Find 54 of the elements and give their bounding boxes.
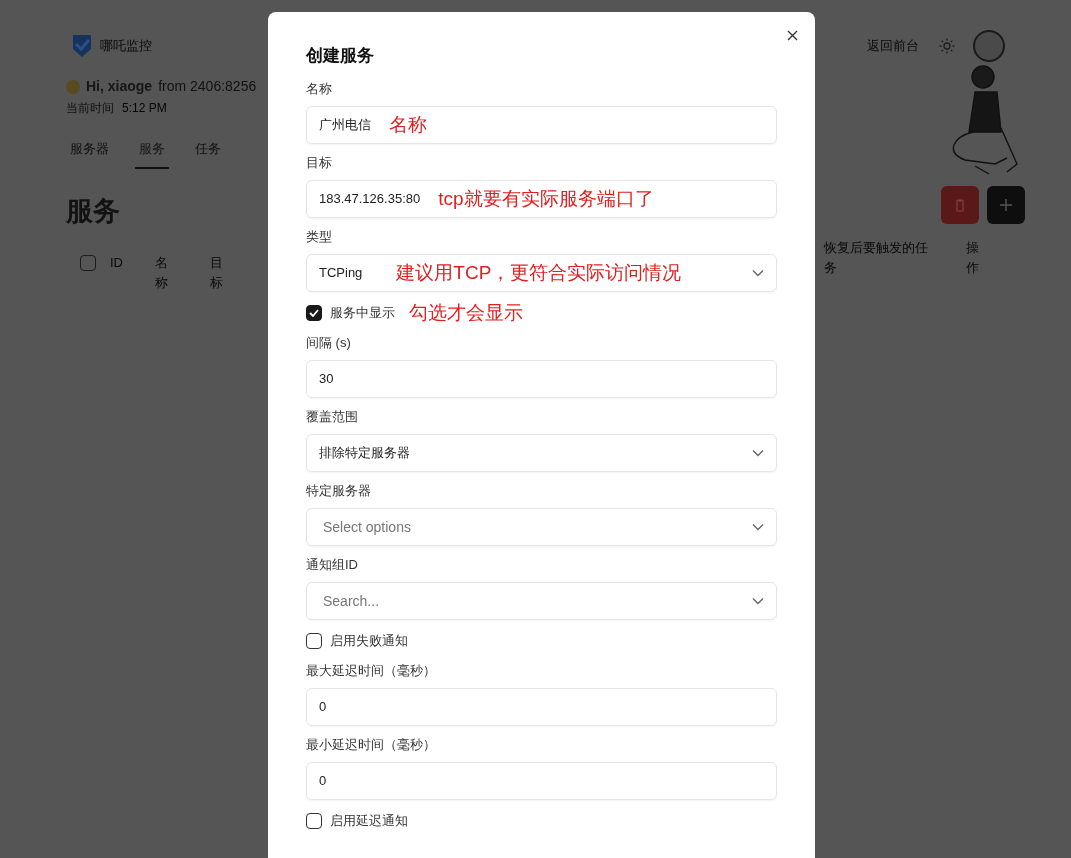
- column-header: 名称: [155, 254, 168, 292]
- delete-button[interactable]: [941, 186, 979, 224]
- checkbox[interactable]: [306, 633, 322, 649]
- ip-address-text: from 2406:8256: [158, 77, 257, 96]
- chevron-down-icon: [752, 449, 764, 457]
- trash-icon: [955, 198, 965, 212]
- close-button[interactable]: [785, 28, 799, 42]
- time-label: 当前时间: [66, 100, 114, 117]
- shield-logo-icon: [72, 34, 92, 58]
- time-text: 5:12 PM: [122, 100, 167, 117]
- input-field[interactable]: 广州电信 名称: [306, 106, 777, 144]
- select-field[interactable]: Search...: [306, 582, 777, 620]
- checkbox[interactable]: [80, 255, 96, 271]
- checkmark-icon: [309, 309, 319, 317]
- column-header: 恢复后要触发的任务: [824, 239, 929, 277]
- input-field[interactable]: 183.47.126.35:80 tcp就要有实际服务端口了: [306, 180, 777, 218]
- column-header: 目标: [210, 254, 223, 292]
- sun-icon[interactable]: [939, 38, 955, 54]
- checkbox-label: 启用延迟通知: [330, 812, 408, 831]
- column-header: ID: [110, 254, 123, 272]
- checkbox-label: 启用失败通知: [330, 632, 408, 651]
- annotation-text: 勾选才会显示: [409, 300, 523, 325]
- chevron-down-icon: [752, 269, 764, 277]
- annotation-text: 名称: [389, 112, 427, 137]
- avatar[interactable]: [973, 30, 1005, 62]
- checkbox[interactable]: [306, 305, 322, 321]
- plus-icon: [999, 198, 1013, 212]
- page-title: 服务: [66, 194, 121, 228]
- input-field[interactable]: 0: [306, 688, 777, 726]
- field-label: 最大延迟时间（毫秒）: [306, 662, 437, 680]
- input-field[interactable]: 0: [306, 762, 777, 800]
- chevron-down-icon: [752, 523, 764, 531]
- dialog-title: 创建服务: [306, 45, 375, 67]
- add-button[interactable]: [987, 186, 1025, 224]
- field-label: 类型: [306, 228, 333, 246]
- chevron-down-icon: [752, 597, 764, 605]
- checkbox-label: 服务中显示: [330, 304, 395, 323]
- select-field[interactable]: TCPing 建议用TCP，更符合实际访问情况: [306, 254, 777, 292]
- select-field[interactable]: 排除特定服务器: [306, 434, 777, 472]
- input-field[interactable]: 30: [306, 360, 777, 398]
- field-label: 最小延迟时间（毫秒）: [306, 736, 437, 754]
- field-label: 覆盖范围: [306, 408, 359, 426]
- field-label: 目标: [306, 154, 333, 172]
- field-label: 通知组ID: [306, 556, 359, 574]
- field-label: 特定服务器: [306, 482, 372, 500]
- select-field[interactable]: Select options: [306, 508, 777, 546]
- annotation-text: tcp就要有实际服务端口了: [438, 186, 654, 211]
- app-logo-text: 哪吒监控: [100, 37, 152, 56]
- column-header: 操作: [966, 239, 979, 277]
- checkbox[interactable]: [306, 813, 322, 829]
- field-label: 名称: [306, 80, 333, 98]
- greeting-text: Hi, xiaoge: [86, 77, 153, 96]
- annotation-text: 建议用TCP，更符合实际访问情况: [396, 260, 682, 285]
- field-label: 间隔 (s): [306, 334, 352, 352]
